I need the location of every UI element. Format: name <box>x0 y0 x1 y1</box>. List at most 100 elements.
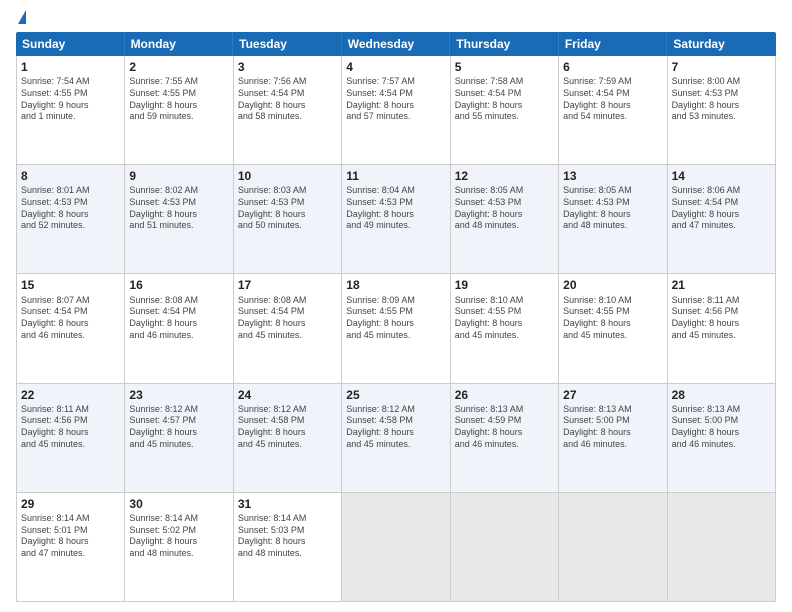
calendar-week-2: 8Sunrise: 8:01 AMSunset: 4:53 PMDaylight… <box>16 165 776 274</box>
day-number: 8 <box>21 168 120 184</box>
cell-line: Daylight: 8 hours <box>346 427 445 439</box>
cell-line: Sunset: 4:55 PM <box>346 306 445 318</box>
cell-line: Sunrise: 8:12 AM <box>129 404 228 416</box>
cell-line: Sunset: 4:55 PM <box>21 88 120 100</box>
day-number: 29 <box>21 496 120 512</box>
cell-line: and 46 minutes. <box>672 439 771 451</box>
cell-line: Sunrise: 8:03 AM <box>238 185 337 197</box>
calendar-cell: 28Sunrise: 8:13 AMSunset: 5:00 PMDayligh… <box>668 384 776 492</box>
cell-line: Daylight: 8 hours <box>21 536 120 548</box>
cal-header-saturday: Saturday <box>667 32 776 56</box>
cell-line: Sunrise: 8:10 AM <box>455 295 554 307</box>
cell-line: and 49 minutes. <box>346 220 445 232</box>
day-number: 18 <box>346 277 445 293</box>
cell-line: Daylight: 8 hours <box>346 209 445 221</box>
cell-line: and 45 minutes. <box>672 330 771 342</box>
cell-line: Sunrise: 8:14 AM <box>21 513 120 525</box>
cell-line: Daylight: 8 hours <box>238 536 337 548</box>
cell-line: Daylight: 8 hours <box>129 318 228 330</box>
calendar-cell: 22Sunrise: 8:11 AMSunset: 4:56 PMDayligh… <box>17 384 125 492</box>
cell-line: Daylight: 8 hours <box>672 318 771 330</box>
cell-line: Daylight: 8 hours <box>455 427 554 439</box>
cell-line: Sunset: 4:53 PM <box>455 197 554 209</box>
cell-line: Daylight: 8 hours <box>21 318 120 330</box>
calendar-cell: 23Sunrise: 8:12 AMSunset: 4:57 PMDayligh… <box>125 384 233 492</box>
calendar-cell <box>668 493 776 601</box>
cell-line: Daylight: 8 hours <box>563 209 662 221</box>
cell-line: and 52 minutes. <box>21 220 120 232</box>
cell-line: Daylight: 8 hours <box>238 209 337 221</box>
cell-line: Sunset: 4:54 PM <box>455 88 554 100</box>
cell-line: Sunset: 5:00 PM <box>672 415 771 427</box>
calendar-cell: 6Sunrise: 7:59 AMSunset: 4:54 PMDaylight… <box>559 56 667 164</box>
cell-line: and 46 minutes. <box>21 330 120 342</box>
calendar-week-3: 15Sunrise: 8:07 AMSunset: 4:54 PMDayligh… <box>16 274 776 383</box>
day-number: 11 <box>346 168 445 184</box>
day-number: 15 <box>21 277 120 293</box>
cell-line: Sunrise: 8:14 AM <box>129 513 228 525</box>
cell-line: Sunrise: 8:01 AM <box>21 185 120 197</box>
cell-line: and 55 minutes. <box>455 111 554 123</box>
day-number: 10 <box>238 168 337 184</box>
day-number: 24 <box>238 387 337 403</box>
calendar-cell: 2Sunrise: 7:55 AMSunset: 4:55 PMDaylight… <box>125 56 233 164</box>
cell-line: Sunset: 4:54 PM <box>21 306 120 318</box>
cell-line: Daylight: 8 hours <box>238 427 337 439</box>
day-number: 20 <box>563 277 662 293</box>
day-number: 26 <box>455 387 554 403</box>
day-number: 19 <box>455 277 554 293</box>
calendar-cell: 11Sunrise: 8:04 AMSunset: 4:53 PMDayligh… <box>342 165 450 273</box>
header <box>16 14 776 24</box>
cell-line: Daylight: 8 hours <box>129 100 228 112</box>
cell-line: Sunset: 4:56 PM <box>21 415 120 427</box>
cell-line: and 46 minutes. <box>563 439 662 451</box>
cell-line: Sunset: 4:57 PM <box>129 415 228 427</box>
calendar-body: 1Sunrise: 7:54 AMSunset: 4:55 PMDaylight… <box>16 56 776 602</box>
cell-line: and 45 minutes. <box>455 330 554 342</box>
cell-line: and 45 minutes. <box>238 439 337 451</box>
cell-line: Daylight: 8 hours <box>238 100 337 112</box>
calendar: SundayMondayTuesdayWednesdayThursdayFrid… <box>16 32 776 602</box>
cell-line: Daylight: 8 hours <box>129 427 228 439</box>
calendar-cell <box>342 493 450 601</box>
calendar-cell: 18Sunrise: 8:09 AMSunset: 4:55 PMDayligh… <box>342 274 450 382</box>
cell-line: Sunset: 4:53 PM <box>672 88 771 100</box>
cell-line: Daylight: 8 hours <box>563 100 662 112</box>
day-number: 5 <box>455 59 554 75</box>
cell-line: Sunrise: 7:55 AM <box>129 76 228 88</box>
cell-line: Sunset: 4:53 PM <box>346 197 445 209</box>
cell-line: Sunrise: 8:00 AM <box>672 76 771 88</box>
cell-line: Sunrise: 8:08 AM <box>238 295 337 307</box>
cell-line: Daylight: 8 hours <box>563 427 662 439</box>
day-number: 13 <box>563 168 662 184</box>
cal-header-tuesday: Tuesday <box>233 32 342 56</box>
day-number: 7 <box>672 59 771 75</box>
calendar-cell: 20Sunrise: 8:10 AMSunset: 4:55 PMDayligh… <box>559 274 667 382</box>
logo <box>16 14 26 24</box>
cell-line: Sunrise: 8:09 AM <box>346 295 445 307</box>
cell-line: Daylight: 8 hours <box>455 100 554 112</box>
cal-header-monday: Monday <box>125 32 234 56</box>
cell-line: and 51 minutes. <box>129 220 228 232</box>
cell-line: and 45 minutes. <box>238 330 337 342</box>
calendar-cell: 10Sunrise: 8:03 AMSunset: 4:53 PMDayligh… <box>234 165 342 273</box>
calendar-cell: 19Sunrise: 8:10 AMSunset: 4:55 PMDayligh… <box>451 274 559 382</box>
cell-line: and 45 minutes. <box>129 439 228 451</box>
calendar-cell: 15Sunrise: 8:07 AMSunset: 4:54 PMDayligh… <box>17 274 125 382</box>
day-number: 28 <box>672 387 771 403</box>
day-number: 22 <box>21 387 120 403</box>
cell-line: Sunrise: 8:11 AM <box>21 404 120 416</box>
cal-header-friday: Friday <box>559 32 668 56</box>
cell-line: Sunrise: 8:06 AM <box>672 185 771 197</box>
day-number: 3 <box>238 59 337 75</box>
cell-line: Sunset: 4:56 PM <box>672 306 771 318</box>
cell-line: Sunset: 4:55 PM <box>129 88 228 100</box>
cell-line: and 47 minutes. <box>21 548 120 560</box>
calendar-cell: 30Sunrise: 8:14 AMSunset: 5:02 PMDayligh… <box>125 493 233 601</box>
cell-line: Sunset: 4:53 PM <box>563 197 662 209</box>
cell-line: and 48 minutes. <box>129 548 228 560</box>
cell-line: Daylight: 8 hours <box>455 209 554 221</box>
cell-line: Sunset: 4:58 PM <box>346 415 445 427</box>
calendar-cell: 4Sunrise: 7:57 AMSunset: 4:54 PMDaylight… <box>342 56 450 164</box>
cell-line: Daylight: 8 hours <box>455 318 554 330</box>
